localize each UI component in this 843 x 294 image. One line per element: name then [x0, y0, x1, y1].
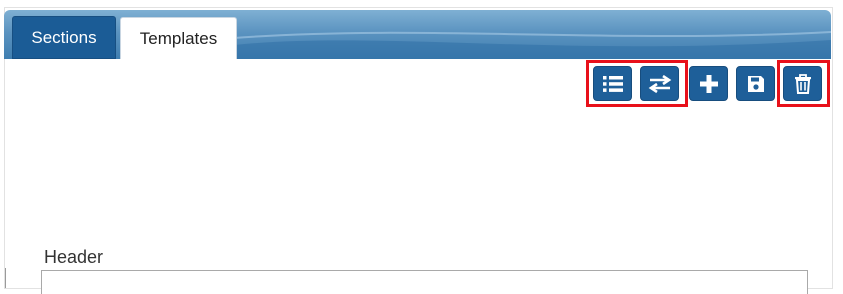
tab-bar: Sections Templates	[4, 10, 831, 59]
page: Sections Templates Header	[0, 0, 843, 294]
list-view-button[interactable]	[593, 66, 632, 101]
swap-button[interactable]	[640, 66, 679, 101]
add-button[interactable]	[689, 66, 728, 101]
header-field-label: Header	[44, 247, 104, 267]
tab-templates[interactable]: Templates	[120, 17, 237, 59]
header-input[interactable]	[41, 270, 808, 294]
swap-arrows-icon	[648, 74, 671, 93]
tab-templates-label: Templates	[139, 29, 218, 48]
delete-button[interactable]	[783, 66, 822, 101]
save-icon	[747, 75, 764, 92]
tab-sections[interactable]: Sections	[12, 16, 116, 59]
panel-left-rule	[5, 268, 6, 288]
tab-sections-label: Sections	[31, 27, 97, 47]
save-button[interactable]	[736, 66, 775, 101]
plus-icon	[699, 74, 718, 93]
list-icon	[602, 75, 623, 92]
trash-icon	[794, 73, 811, 94]
toolbar	[0, 66, 843, 102]
